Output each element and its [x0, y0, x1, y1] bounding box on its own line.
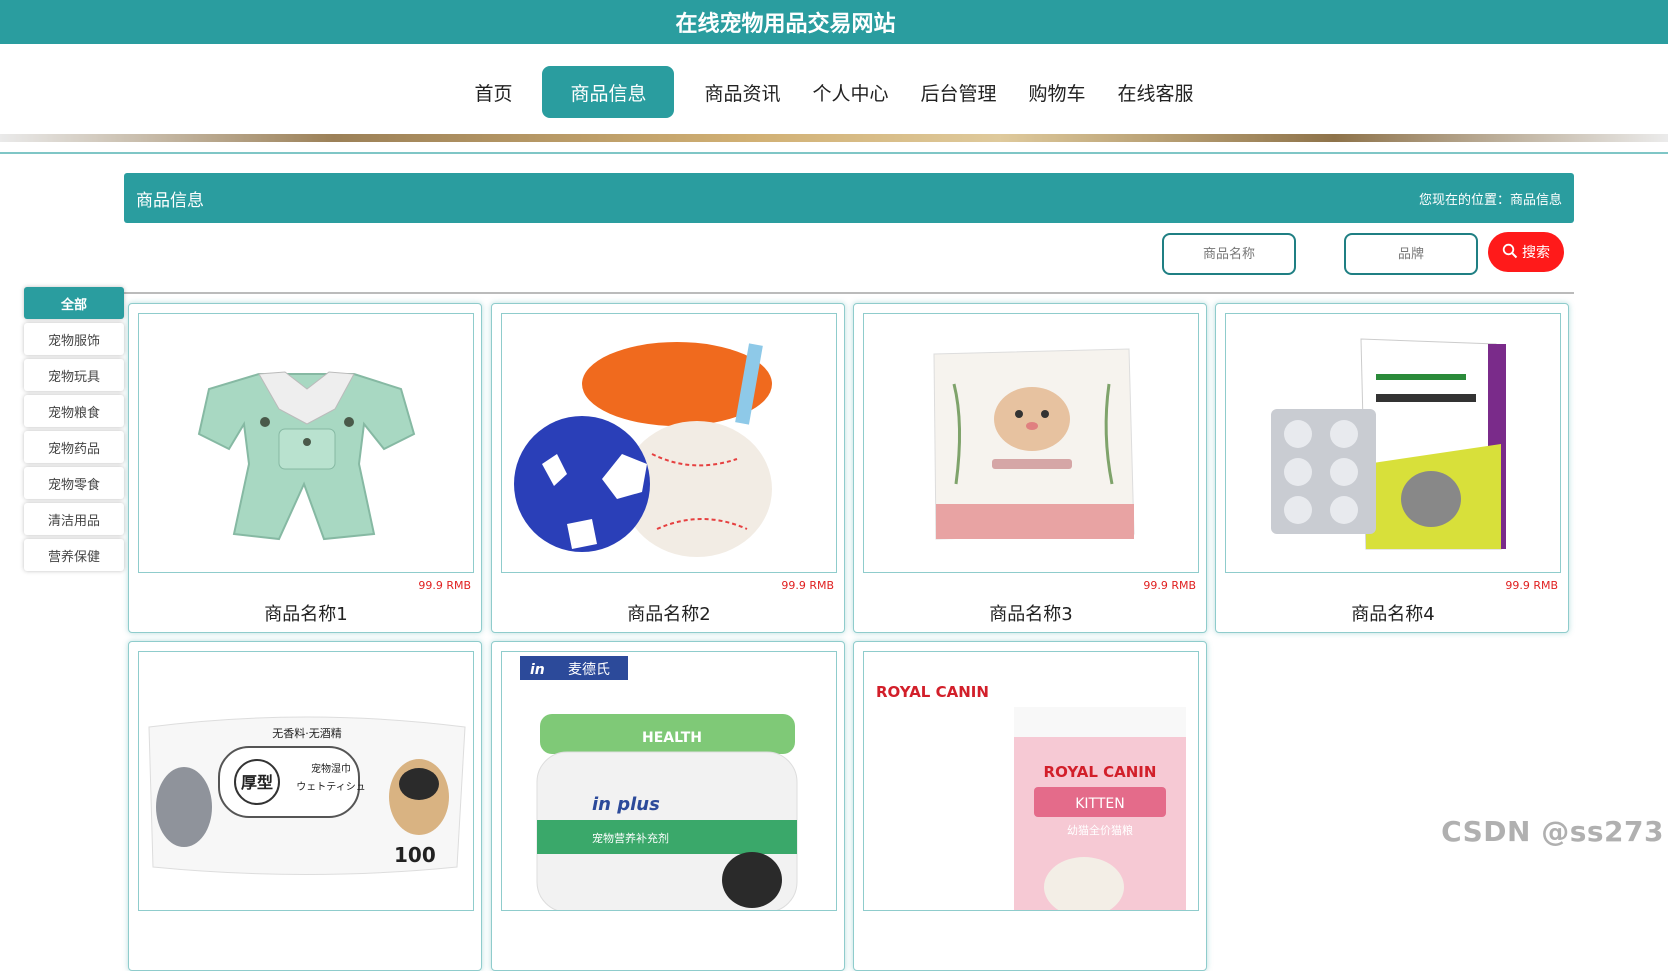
- brand-input[interactable]: [1344, 233, 1478, 275]
- product-name[interactable]: 商品名称1: [129, 600, 483, 626]
- product-name-input[interactable]: [1162, 233, 1296, 275]
- royal-canin-product-text: KITTEN: [1075, 796, 1125, 812]
- product-card[interactable]: 99.9 RMB 商品名称2: [491, 303, 845, 633]
- category-food[interactable]: 宠物粮食: [24, 395, 124, 427]
- category-medicine[interactable]: 宠物药品: [24, 431, 124, 463]
- wipes-count-text: 100: [394, 843, 436, 867]
- pet-toy-balls-image[interactable]: [501, 313, 837, 573]
- nav-item-news[interactable]: 商品资讯: [702, 66, 782, 118]
- royal-canin-kitten-image[interactable]: ROYAL CANIN ROYAL CANIN KITTEN 幼猫全价猫粮: [863, 651, 1199, 911]
- section-title: 商品信息: [136, 190, 204, 211]
- nav-item-products[interactable]: 商品信息: [542, 66, 675, 118]
- supplement-label-text: 宠物营养补充剂: [592, 831, 669, 845]
- search-icon: [1502, 243, 1518, 262]
- product-card[interactable]: 99.9 RMB 商品名称4: [1215, 303, 1569, 633]
- wipes-label-sub: ウェトティシュ: [296, 781, 365, 793]
- watermark: CSDN @ss273: [1441, 815, 1664, 848]
- product-name[interactable]: 商品名称3: [854, 600, 1208, 626]
- product-card[interactable]: in 麦德氏 HEALTH in plus 宠物营养补充剂: [491, 641, 845, 971]
- main-navigation: 首页 商品信息 商品资讯 个人中心 后台管理 购物车 在线客服: [0, 44, 1668, 152]
- product-card[interactable]: 厚型 无香料·无酒精 宠物湿巾 ウェトティシュ 100: [128, 641, 482, 971]
- nav-item-profile[interactable]: 个人中心: [810, 66, 890, 118]
- search-button[interactable]: 搜索: [1488, 232, 1564, 272]
- pet-supplement-jar-image[interactable]: in 麦德氏 HEALTH in plus 宠物营养补充剂: [501, 651, 837, 911]
- pet-clothes-image[interactable]: [138, 313, 474, 573]
- royal-canin-logo-text: ROYAL CANIN: [876, 683, 989, 701]
- wipes-badge-text: 厚型: [241, 773, 273, 792]
- top-title-bar: 在线宠物用品交易网站: [0, 0, 1668, 44]
- supplement-brand-logo: in: [530, 662, 545, 678]
- product-price: 99.9 RMB: [418, 579, 471, 592]
- category-sidebar: 全部 宠物服饰 宠物玩具 宠物粮食 宠物药品 宠物零食 清洁用品 营养保健: [24, 287, 124, 575]
- nav-menu: 首页 商品信息 商品资讯 个人中心 后台管理 购物车 在线客服: [0, 66, 1668, 118]
- pet-medicine-box-image[interactable]: [1225, 313, 1561, 573]
- banner-strip: [0, 134, 1668, 142]
- divider-line: [0, 152, 1668, 154]
- nav-item-service[interactable]: 在线客服: [1116, 66, 1196, 118]
- product-price: 99.9 RMB: [1143, 579, 1196, 592]
- product-name[interactable]: 商品名称2: [492, 600, 846, 626]
- category-clothes[interactable]: 宠物服饰: [24, 323, 124, 355]
- breadcrumb: 您现在的位置：商品信息: [1418, 192, 1562, 208]
- pet-food-bag-image[interactable]: [863, 313, 1199, 573]
- category-cleaning[interactable]: 清洁用品: [24, 503, 124, 535]
- site-title: 在线宠物用品交易网站: [675, 12, 896, 37]
- search-bar: 搜索: [124, 232, 1574, 276]
- category-nutrition[interactable]: 营养保健: [24, 539, 124, 571]
- wipes-label-text: 宠物湿巾: [311, 762, 351, 775]
- supplement-brand-text: 麦德氏: [568, 662, 610, 678]
- nav-item-admin[interactable]: 后台管理: [919, 66, 999, 118]
- product-card[interactable]: 99.9 RMB 商品名称3: [853, 303, 1207, 633]
- category-toys[interactable]: 宠物玩具: [24, 359, 124, 391]
- category-all[interactable]: 全部: [24, 287, 124, 319]
- royal-canin-pack-brand: ROYAL CANIN: [1044, 763, 1157, 781]
- supplement-product-brand: in plus: [592, 794, 660, 815]
- nav-item-cart[interactable]: 购物车: [1027, 66, 1088, 118]
- content-divider: [124, 292, 1574, 294]
- category-snacks[interactable]: 宠物零食: [24, 467, 124, 499]
- product-card[interactable]: 99.9 RMB 商品名称1: [128, 303, 482, 633]
- wipes-logo-text: 无香料·无酒精: [272, 726, 342, 740]
- royal-canin-label-text: 幼猫全价猫粮: [1067, 823, 1133, 837]
- section-header: 商品信息 您现在的位置：商品信息: [124, 173, 1574, 223]
- supplement-product-text: HEALTH: [642, 730, 702, 746]
- product-price: 99.9 RMB: [1505, 579, 1558, 592]
- pet-wipes-image[interactable]: 厚型 无香料·无酒精 宠物湿巾 ウェトティシュ 100: [138, 651, 474, 911]
- search-button-label: 搜索: [1522, 244, 1550, 260]
- nav-item-home[interactable]: 首页: [472, 66, 514, 118]
- product-price: 99.9 RMB: [781, 579, 834, 592]
- product-card[interactable]: ROYAL CANIN ROYAL CANIN KITTEN 幼猫全价猫粮: [853, 641, 1207, 971]
- product-name[interactable]: 商品名称4: [1216, 600, 1570, 626]
